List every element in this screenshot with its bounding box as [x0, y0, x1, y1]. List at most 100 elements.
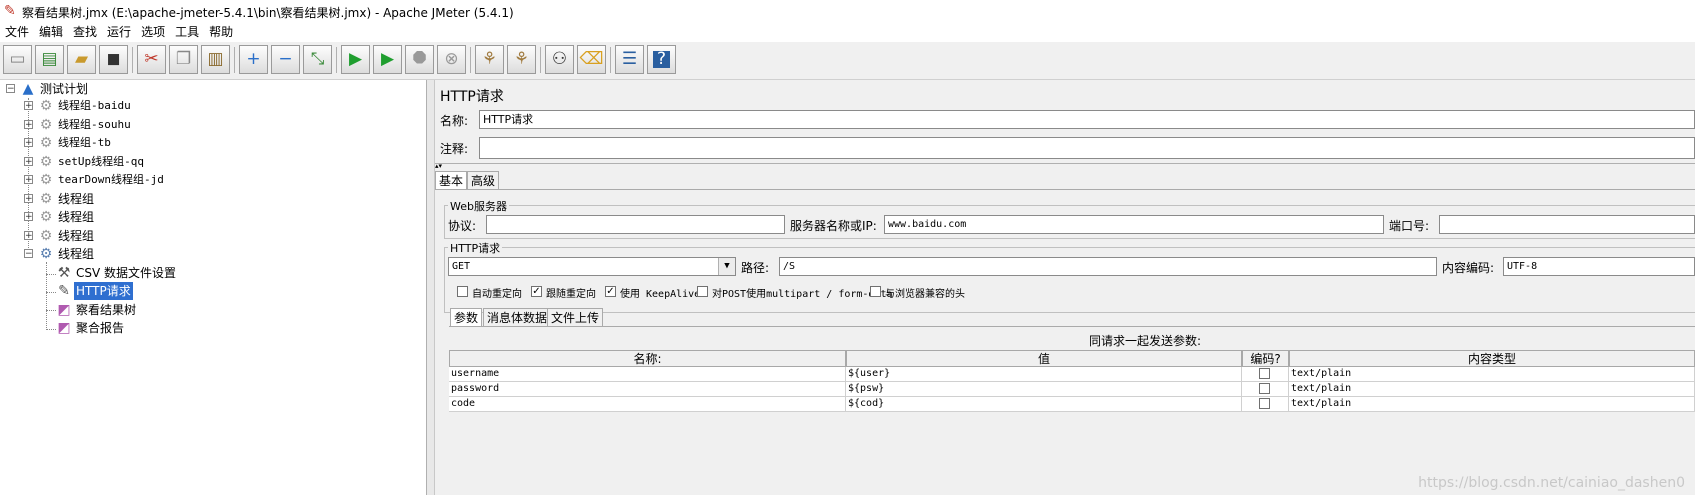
protocol-label: 协议: — [448, 219, 477, 233]
new-icon[interactable]: ▭ — [3, 45, 32, 74]
tab-body-data[interactable]: 消息体数据 — [483, 308, 552, 326]
multipart-checkbox[interactable] — [697, 286, 708, 297]
tree-child-csv[interactable]: ⚒ CSV 数据文件设置 — [0, 264, 426, 282]
expand-toggle[interactable]: + — [24, 212, 33, 222]
expand-toggle[interactable]: + — [24, 194, 33, 204]
expand-toggle[interactable]: + — [24, 101, 33, 111]
tree-item[interactable]: + ⚙ 线程组-baidu — [0, 97, 426, 115]
tree-child-http-request[interactable]: ✎ HTTP请求 — [0, 282, 426, 300]
column-header[interactable]: 内容类型 — [1289, 350, 1695, 367]
param-type-cell[interactable]: text/plain — [1289, 397, 1695, 412]
follow-redirects-checkbox[interactable]: ✓ — [531, 286, 542, 297]
method-value: GET — [452, 261, 471, 272]
menu-search[interactable]: 查找 — [68, 22, 102, 42]
menu-file[interactable]: 文件 — [0, 22, 34, 42]
param-value-cell[interactable]: ${cod} — [846, 397, 1242, 412]
param-encode-cell[interactable] — [1242, 397, 1289, 412]
protocol-field[interactable] — [486, 215, 785, 234]
expand-toggle[interactable]: + — [24, 175, 33, 185]
encode-checkbox[interactable] — [1259, 398, 1270, 409]
tree-item-label: tearDown线程组-jd — [58, 173, 164, 186]
tab-basic[interactable]: 基本 — [435, 171, 468, 189]
reset-search-broom-icon[interactable]: ⌫ — [577, 45, 606, 74]
encode-checkbox[interactable] — [1259, 383, 1270, 394]
keepalive-checkbox[interactable]: ✓ — [605, 286, 616, 297]
param-encode-cell[interactable] — [1242, 367, 1289, 382]
templates-icon[interactable]: ▤ — [35, 45, 64, 74]
param-encode-cell[interactable] — [1242, 382, 1289, 397]
tree-item-label: 线程组 — [58, 192, 95, 206]
clear-all-icon[interactable]: ⚘ — [507, 45, 536, 74]
expand-toggle[interactable]: + — [24, 157, 33, 167]
save-icon[interactable]: ◼ — [99, 45, 128, 74]
follow-redirects-label: 跟随重定向 — [546, 289, 596, 300]
param-tabs: 参数 消息体数据 文件上传 — [450, 308, 750, 326]
paste-icon[interactable]: ▥ — [201, 45, 230, 74]
param-name-cell[interactable]: password — [449, 382, 846, 397]
start-no-pauses-icon[interactable]: ▶ — [373, 45, 402, 74]
gear-icon: ⚙ — [39, 246, 53, 262]
expand-toggle[interactable]: + — [24, 231, 33, 241]
tree-child-results-tree[interactable]: ◩ 察看结果树 — [0, 301, 426, 319]
stop-icon[interactable]: ⯃ — [405, 45, 434, 74]
path-field[interactable]: /S — [779, 257, 1437, 276]
collapse-all-icon[interactable]: − — [271, 45, 300, 74]
split-pane-divider[interactable] — [427, 80, 435, 495]
encoding-field[interactable]: UTF-8 — [1503, 257, 1695, 276]
tab-parameters[interactable]: 参数 — [450, 308, 483, 326]
param-name-cell[interactable]: code — [449, 397, 846, 412]
tree-root[interactable]: − ▲ 测试计划 — [0, 80, 426, 98]
help-icon[interactable]: ? — [647, 45, 676, 74]
menu-help[interactable]: 帮助 — [204, 22, 238, 42]
toggle-icon[interactable]: ⤡ — [303, 45, 332, 74]
collapse-arrow-icon[interactable]: ▴▾ — [435, 162, 442, 170]
tab-file-upload[interactable]: 文件上传 — [547, 308, 604, 326]
clear-icon[interactable]: ⚘ — [475, 45, 504, 74]
tree-item[interactable]: + ⚙ tearDown线程组-jd — [0, 171, 426, 189]
tree-item[interactable]: + ⚙ 线程组 — [0, 208, 426, 226]
column-header[interactable]: 值 — [846, 350, 1242, 367]
param-name-cell[interactable]: username — [449, 367, 846, 382]
auto-redirect-checkbox[interactable] — [457, 286, 468, 297]
expand-toggle[interactable]: + — [24, 120, 33, 130]
tree-item[interactable]: + ⚙ 线程组 — [0, 190, 426, 208]
tree-child-aggregate-report[interactable]: ◩ 聚合报告 — [0, 319, 426, 337]
menu-tools[interactable]: 工具 — [170, 22, 204, 42]
method-select[interactable]: GET ▼ — [448, 257, 736, 276]
tab-advanced[interactable]: 高级 — [467, 171, 500, 189]
tree-item[interactable]: + ⚙ 线程组-souhu — [0, 116, 426, 134]
gear-icon: ⚙ — [39, 191, 53, 207]
collapse-toggle[interactable]: − — [6, 84, 15, 94]
expand-all-icon[interactable]: + — [239, 45, 268, 74]
function-helper-icon[interactable]: ☰ — [615, 45, 644, 74]
param-value-cell[interactable]: ${psw} — [846, 382, 1242, 397]
comment-field[interactable] — [479, 137, 1695, 159]
tree-item[interactable]: + ⚙ 线程组-tb — [0, 134, 426, 152]
column-header[interactable]: 名称: — [449, 350, 846, 367]
shutdown-icon[interactable]: ⊗ — [437, 45, 466, 74]
param-type-cell[interactable]: text/plain — [1289, 382, 1695, 397]
name-field[interactable]: HTTP请求 — [479, 110, 1695, 129]
expand-toggle[interactable]: + — [24, 138, 33, 148]
start-icon[interactable]: ▶ — [341, 45, 370, 74]
port-field[interactable] — [1439, 215, 1695, 234]
menu-edit[interactable]: 编辑 — [34, 22, 68, 42]
gear-icon: ⚙ — [39, 228, 53, 244]
search-binoculars-icon[interactable]: ⚇ — [545, 45, 574, 74]
tree-item[interactable]: + ⚙ 线程组 — [0, 227, 426, 245]
copy-icon[interactable]: ❐ — [169, 45, 198, 74]
param-type-cell[interactable]: text/plain — [1289, 367, 1695, 382]
column-header[interactable]: 编码? — [1242, 350, 1289, 367]
server-field[interactable]: www.baidu.com — [884, 215, 1384, 234]
cut-icon[interactable]: ✂ — [137, 45, 166, 74]
menu-run[interactable]: 运行 — [102, 22, 136, 42]
menu-options[interactable]: 选项 — [136, 22, 170, 42]
encode-checkbox[interactable] — [1259, 368, 1270, 379]
tree-item-expanded[interactable]: − ⚙ 线程组 — [0, 245, 426, 263]
open-icon[interactable]: ▰ — [67, 45, 96, 74]
param-value-cell[interactable]: ${user} — [846, 367, 1242, 382]
collapse-toggle[interactable]: − — [24, 249, 33, 259]
tree-item[interactable]: + ⚙ setUp线程组-qq — [0, 153, 426, 171]
panel-title: HTTP请求 — [440, 89, 504, 105]
browser-headers-checkbox[interactable] — [870, 286, 881, 297]
